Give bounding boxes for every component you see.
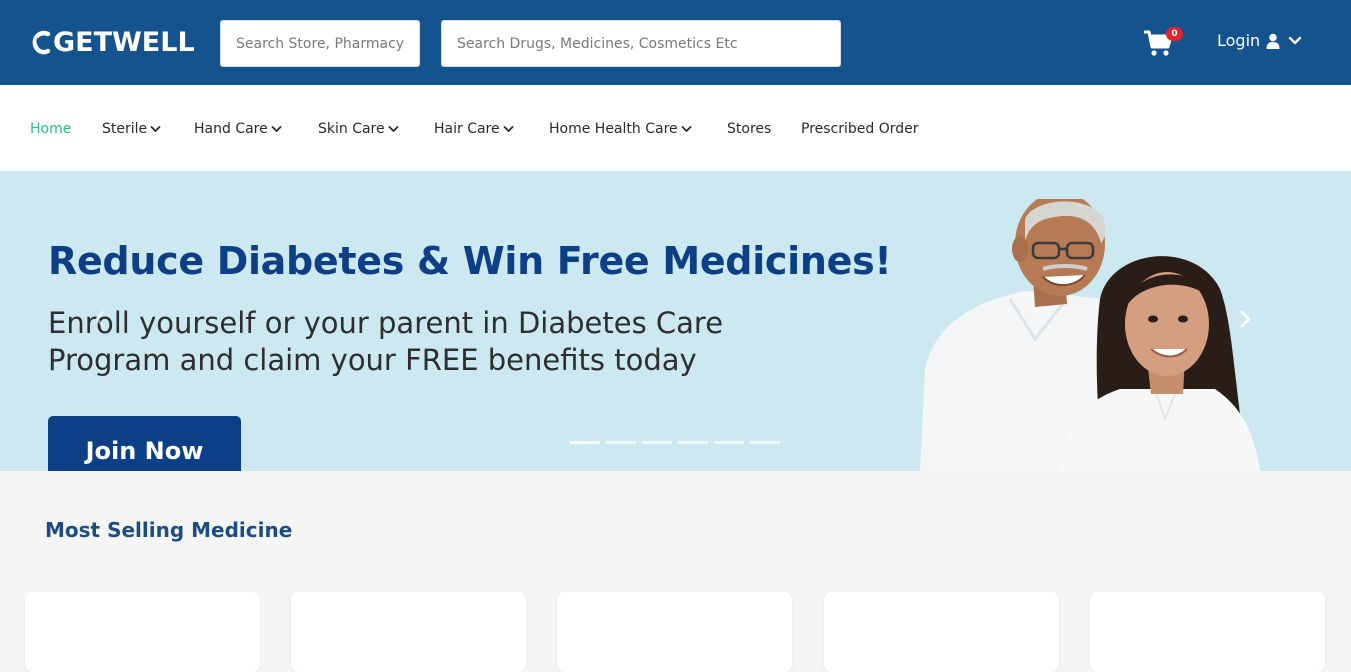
nav-sterile[interactable]: Sterile [102,121,161,137]
product-card[interactable] [1090,592,1325,672]
nav-skin-care[interactable]: Skin Care [318,121,399,137]
login-label: Login [1217,31,1261,50]
product-card[interactable] [291,592,526,672]
section-title: Most Selling Medicine [45,518,293,542]
nav-hair-care[interactable]: Hair Care [434,121,514,137]
drug-search-input[interactable] [441,20,841,67]
login-menu[interactable]: Login [1217,31,1302,50]
cart-count-badge: 0 [1166,27,1183,41]
product-card[interactable] [824,592,1059,672]
chevron-down-icon [503,126,514,132]
nav-home[interactable]: Home [30,121,71,137]
nav-home-health-care[interactable]: Home Health Care [549,121,692,137]
logo-text: GETWELL [53,27,195,58]
nav-home-label: Home [30,121,72,137]
chevron-down-icon [271,126,282,132]
carousel-dot[interactable] [570,441,600,444]
store-search-input[interactable] [220,20,420,67]
chevron-down-icon [1288,36,1302,44]
banner-photo [920,199,1260,471]
nav-hand-care-label: Hand Care [194,121,268,137]
site-header: GETWELL 0 Login [0,0,1351,85]
nav-hand-care[interactable]: Hand Care [194,121,282,137]
nav-stores-label: Stores [727,121,772,137]
carousel-dot[interactable] [606,441,636,444]
main-nav: Home Sterile Hand Care Skin Care Hair Ca… [0,85,1351,171]
join-now-button[interactable]: Join Now [48,416,241,471]
nav-sterile-label: Sterile [102,121,148,137]
carousel-indicators [570,441,786,444]
carousel-dot[interactable] [642,441,672,444]
chevron-down-icon [388,126,399,132]
banner-subtitle: Enroll yourself or your parent in Diabet… [48,306,724,377]
banner-title: Reduce Diabetes & Win Free Medicines! [48,239,892,283]
carousel-dot[interactable] [714,441,744,444]
nav-stores[interactable]: Stores [727,121,771,137]
hero-banner: Reduce Diabetes & Win Free Medicines! En… [0,171,1351,471]
nav-home-health-care-label: Home Health Care [549,121,678,137]
nav-prescribed-order-label: Prescribed Order [801,121,919,137]
chevron-down-icon [150,126,161,132]
nav-hair-care-label: Hair Care [434,121,500,137]
product-card[interactable] [557,592,792,672]
chevron-left-icon[interactable] [92,307,108,331]
nav-prescribed-order[interactable]: Prescribed Order [801,121,919,137]
product-card[interactable] [25,592,260,672]
user-icon [1266,33,1280,49]
getwell-logo[interactable]: GETWELL [32,26,195,60]
chevron-right-icon[interactable] [1236,307,1256,331]
carousel-dot[interactable] [750,441,780,444]
logo-mark-icon [32,30,51,55]
chevron-down-icon [681,126,692,132]
nav-skin-care-label: Skin Care [318,121,385,137]
carousel-dot[interactable] [678,441,708,444]
